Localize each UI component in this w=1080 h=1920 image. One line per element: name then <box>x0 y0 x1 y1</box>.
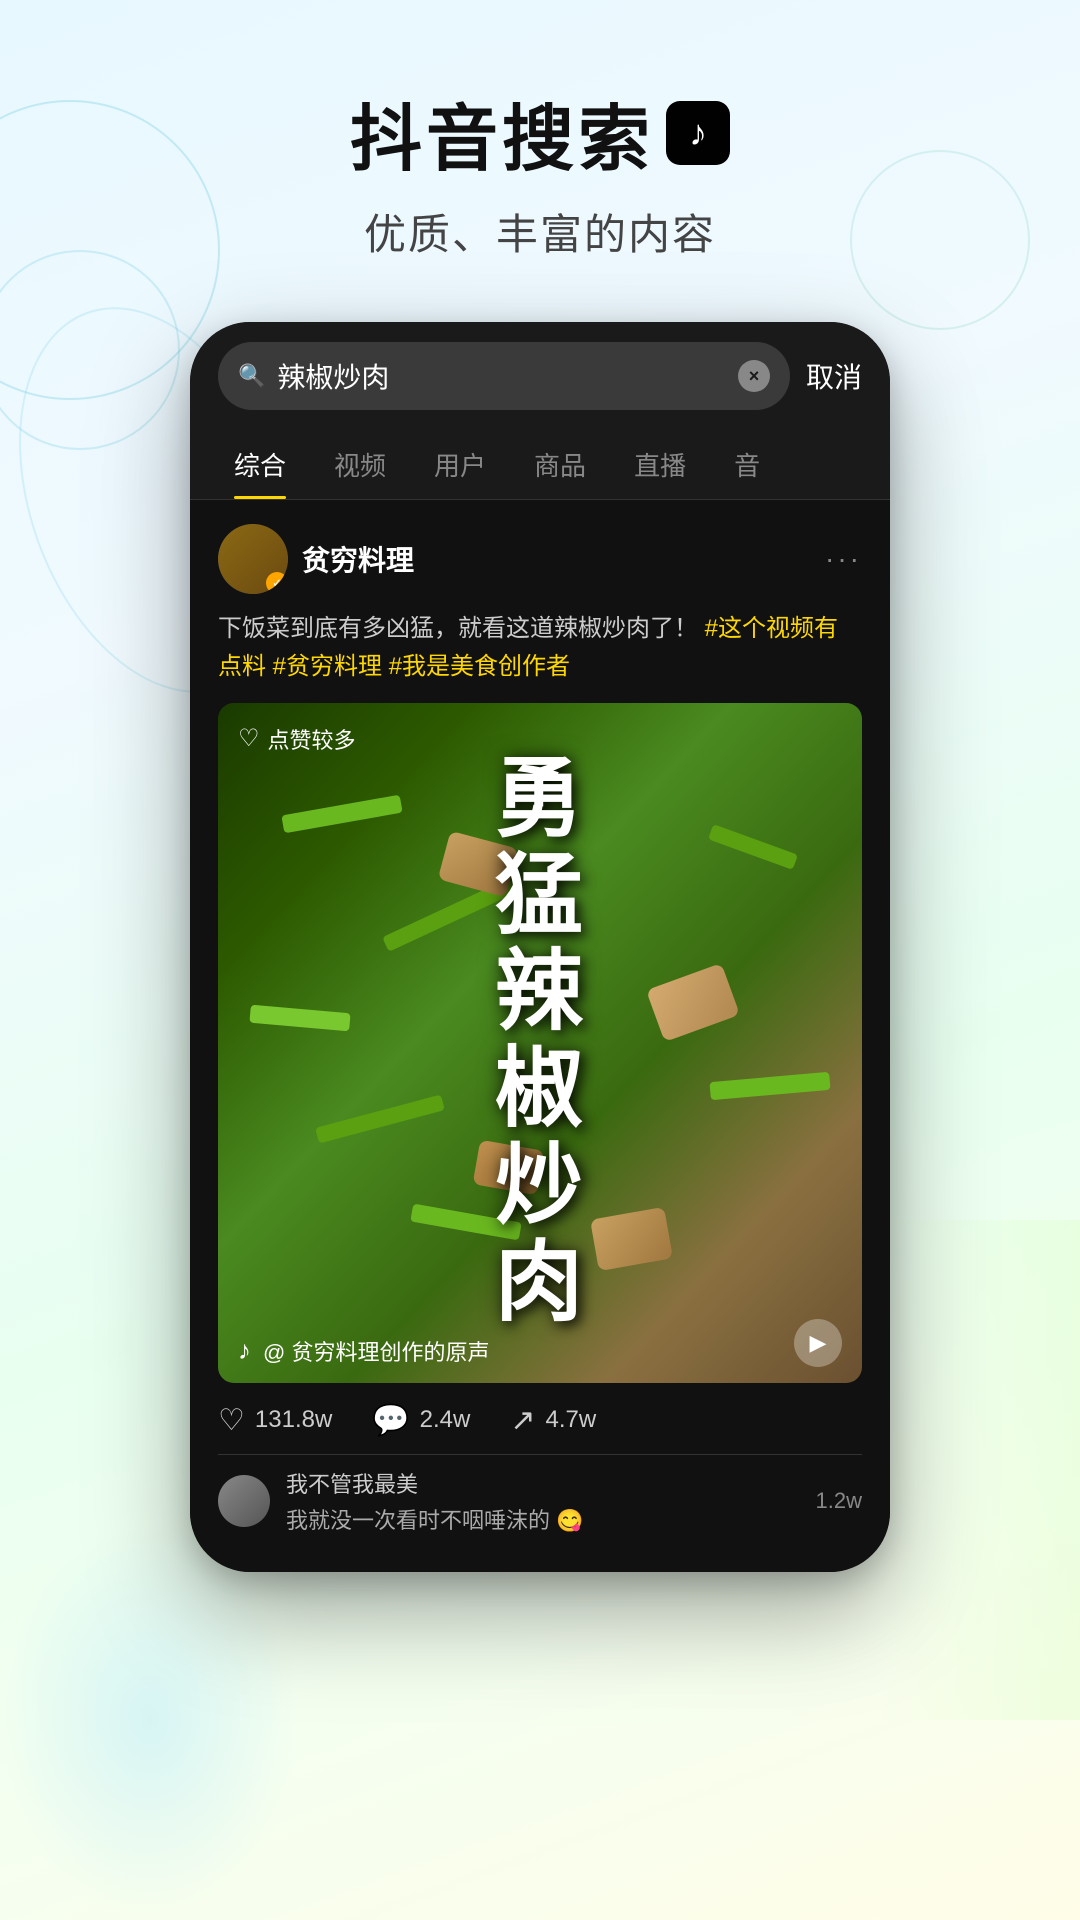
header: 抖音搜索 优质、丰富的内容 <box>0 0 1080 262</box>
like-badge-text: 点赞较多 <box>268 723 356 755</box>
tab-live[interactable]: 直播 <box>610 430 710 499</box>
comment-count-badge: 1.2w <box>816 1488 862 1514</box>
phone-wrapper: 🔍 辣椒炒肉 × 取消 综合 视频 用户 商品 直播 音 <box>0 322 1080 1572</box>
comment-avatar <box>218 1475 270 1527</box>
title-row: 抖音搜索 <box>0 80 1080 185</box>
clear-button[interactable]: × <box>738 360 770 392</box>
video-thumbnail[interactable]: 勇猛辣椒炒肉 ♡ 点赞较多 ♪ @ 贫穷料理创作的原声 ▶ <box>218 703 862 1383</box>
comment-count-stat: 2.4w <box>420 1406 471 1434</box>
like-count: 131.8w <box>255 1406 332 1434</box>
music-icon: ♪ <box>238 1335 251 1366</box>
comment-text-area: 我不管我最美 我就没一次看时不咽唾沫的 😋 <box>286 1467 800 1535</box>
username[interactable]: 贫穷料理 <box>302 539 414 579</box>
search-icon: 🔍 <box>238 363 265 389</box>
avatar-area: ✓ 贫穷料理 <box>218 524 414 594</box>
hashtag-2[interactable]: #贫穷料理 <box>273 653 382 680</box>
play-button[interactable]: ▶ <box>794 1319 842 1367</box>
post-text: 下饭菜到底有多凶猛，就看这道辣椒炒肉了！ <box>218 615 698 642</box>
content-area: ✓ 贫穷料理 ··· 下饭菜到底有多凶猛，就看这道辣椒炒肉了！ #这个视频有点料… <box>190 500 890 1572</box>
subtitle: 优质、丰富的内容 <box>0 201 1080 262</box>
share-icon: ↗ <box>510 1403 535 1438</box>
tiktok-logo-icon <box>666 101 730 165</box>
like-badge: ♡ 点赞较多 <box>238 723 356 755</box>
hashtag-3[interactable]: #我是美食创作者 <box>389 653 570 680</box>
like-icon: ♡ <box>218 1403 245 1438</box>
share-count: 4.7w <box>546 1406 597 1434</box>
tabs-bar: 综合 视频 用户 商品 直播 音 <box>190 430 890 500</box>
tab-product[interactable]: 商品 <box>510 430 610 499</box>
post-description: 下饭菜到底有多凶猛，就看这道辣椒炒肉了！ #这个视频有点料 #贫穷料理 #我是美… <box>218 610 862 687</box>
action-bar: ♡ 131.8w 💬 2.4w ↗ 4.7w <box>218 1383 862 1454</box>
post-card: ✓ 贫穷料理 ··· 下饭菜到底有多凶猛，就看这道辣椒炒肉了！ #这个视频有点料… <box>218 524 862 1535</box>
audio-credit: @ 贫穷料理创作的原声 <box>263 1335 489 1367</box>
comment-action[interactable]: 💬 2.4w <box>372 1403 470 1438</box>
comment-body: 我就没一次看时不咽唾沫的 😋 <box>286 1503 800 1535</box>
avatar: ✓ <box>218 524 288 594</box>
video-title-overlay: 勇猛辣椒炒肉 <box>250 752 830 1333</box>
audio-bar: ♪ @ 贫穷料理创作的原声 <box>238 1335 489 1367</box>
comment-username: 我不管我最美 <box>286 1467 800 1499</box>
search-bar: 🔍 辣椒炒肉 × 取消 <box>190 322 890 430</box>
tab-video[interactable]: 视频 <box>310 430 410 499</box>
search-query: 辣椒炒肉 <box>277 356 726 396</box>
tab-audio[interactable]: 音 <box>710 430 784 499</box>
phone-mockup: 🔍 辣椒炒肉 × 取消 综合 视频 用户 商品 直播 音 <box>190 322 890 1572</box>
main-title: 抖音搜索 <box>350 80 654 185</box>
cancel-button[interactable]: 取消 <box>806 356 862 396</box>
like-action[interactable]: ♡ 131.8w <box>218 1403 332 1438</box>
verified-badge: ✓ <box>266 572 288 594</box>
more-options-button[interactable]: ··· <box>825 543 862 575</box>
comment-icon: 💬 <box>372 1403 409 1438</box>
tab-user[interactable]: 用户 <box>410 430 510 499</box>
heart-icon: ♡ <box>238 724 260 753</box>
post-header: ✓ 贫穷料理 ··· <box>218 524 862 594</box>
comment-preview: 我不管我最美 我就没一次看时不咽唾沫的 😋 1.2w <box>218 1454 862 1535</box>
bg-gradient-bottom <box>0 1520 300 1920</box>
search-input-area[interactable]: 🔍 辣椒炒肉 × <box>218 342 790 410</box>
tab-comprehensive[interactable]: 综合 <box>210 430 310 499</box>
share-action[interactable]: ↗ 4.7w <box>510 1403 596 1438</box>
